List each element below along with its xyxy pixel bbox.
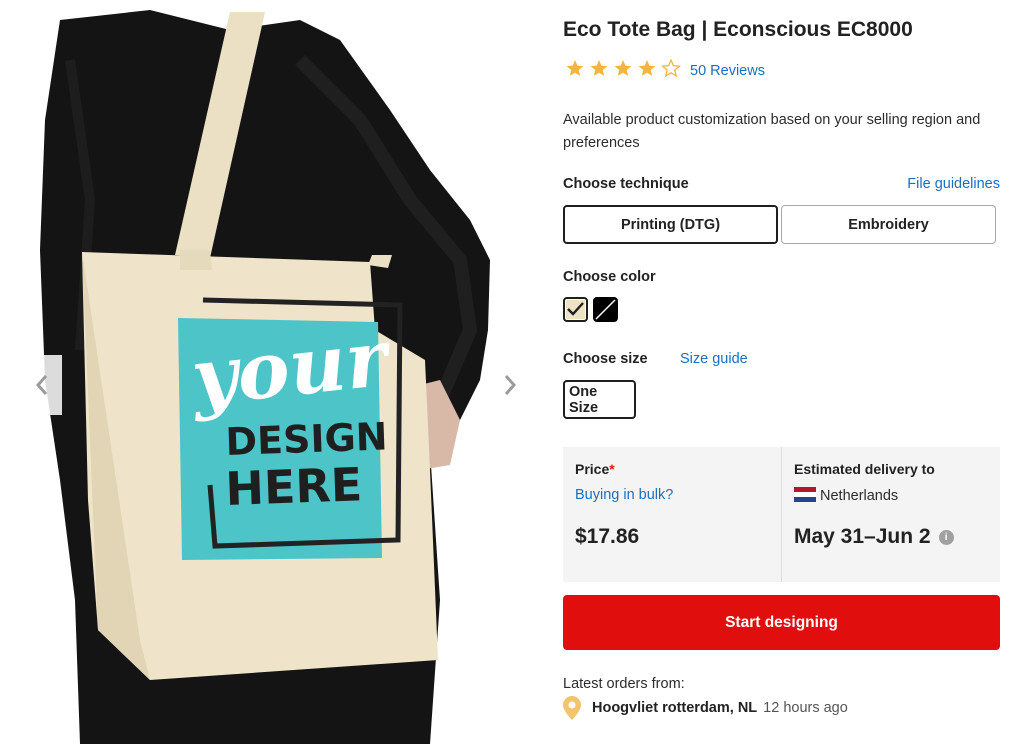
price-delivery-box: Price* Buying in bulk? $17.86 Estimated …: [563, 447, 1000, 582]
latest-orders-label: Latest orders from:: [563, 676, 685, 692]
technique-option-dtg[interactable]: Printing (DTG): [563, 205, 778, 244]
star-filled-icon: [638, 60, 656, 76]
latest-order-item: Hoogvliet rotterdam, NL 12 hours ago: [563, 696, 848, 720]
svg-text:DESIGN: DESIGN: [225, 414, 388, 464]
star-filled-icon: [614, 60, 632, 76]
swatch-slash-icon: [595, 299, 616, 320]
gallery-prev-button[interactable]: [22, 355, 62, 415]
gallery-next-button[interactable]: [490, 365, 530, 405]
size-option-one-size[interactable]: One Size: [563, 380, 636, 419]
rating-stars: [563, 58, 683, 83]
price-value: $17.86: [575, 525, 640, 548]
bulk-pricing-link[interactable]: Buying in bulk?: [575, 487, 673, 503]
chevron-left-icon: [35, 375, 48, 395]
product-image-gallery[interactable]: your DESIGN HERE: [0, 0, 530, 744]
size-label: Choose size: [563, 351, 648, 367]
color-swatch-black[interactable]: [593, 297, 618, 322]
product-rating[interactable]: 50 Reviews: [563, 58, 765, 83]
start-designing-button[interactable]: Start designing: [563, 595, 1000, 650]
info-divider: [781, 447, 782, 582]
star-empty-icon: [660, 58, 682, 78]
delivery-country[interactable]: Netherlands: [794, 487, 898, 504]
delivery-dates: May 31–Jun 2i: [794, 525, 954, 549]
order-time: 12 hours ago: [763, 700, 848, 716]
svg-text:HERE: HERE: [224, 457, 363, 516]
delivery-label: Estimated delivery to: [794, 461, 935, 477]
price-label: Price*: [575, 461, 615, 477]
color-label: Choose color: [563, 269, 656, 285]
checkmark-icon: [567, 302, 584, 316]
location-pin-icon: [563, 696, 581, 720]
star-filled-icon: [566, 60, 584, 76]
technique-label: Choose technique: [563, 176, 689, 192]
order-location: Hoogvliet rotterdam, NL: [592, 700, 758, 716]
product-photo: your DESIGN HERE: [0, 0, 530, 744]
size-guide-link[interactable]: Size guide: [680, 351, 748, 367]
file-guidelines-link[interactable]: File guidelines: [907, 176, 1000, 192]
product-description: Available product customization based on…: [563, 112, 981, 151]
technique-option-embroidery[interactable]: Embroidery: [781, 205, 996, 244]
reviews-link[interactable]: 50 Reviews: [690, 63, 765, 79]
info-icon[interactable]: i: [938, 530, 954, 545]
netherlands-flag-icon: [794, 487, 816, 502]
product-title: Eco Tote Bag | Econscious EC8000: [563, 18, 913, 41]
star-filled-icon: [590, 60, 608, 76]
color-swatch-oyster[interactable]: [563, 297, 588, 322]
chevron-right-icon: [504, 375, 517, 395]
